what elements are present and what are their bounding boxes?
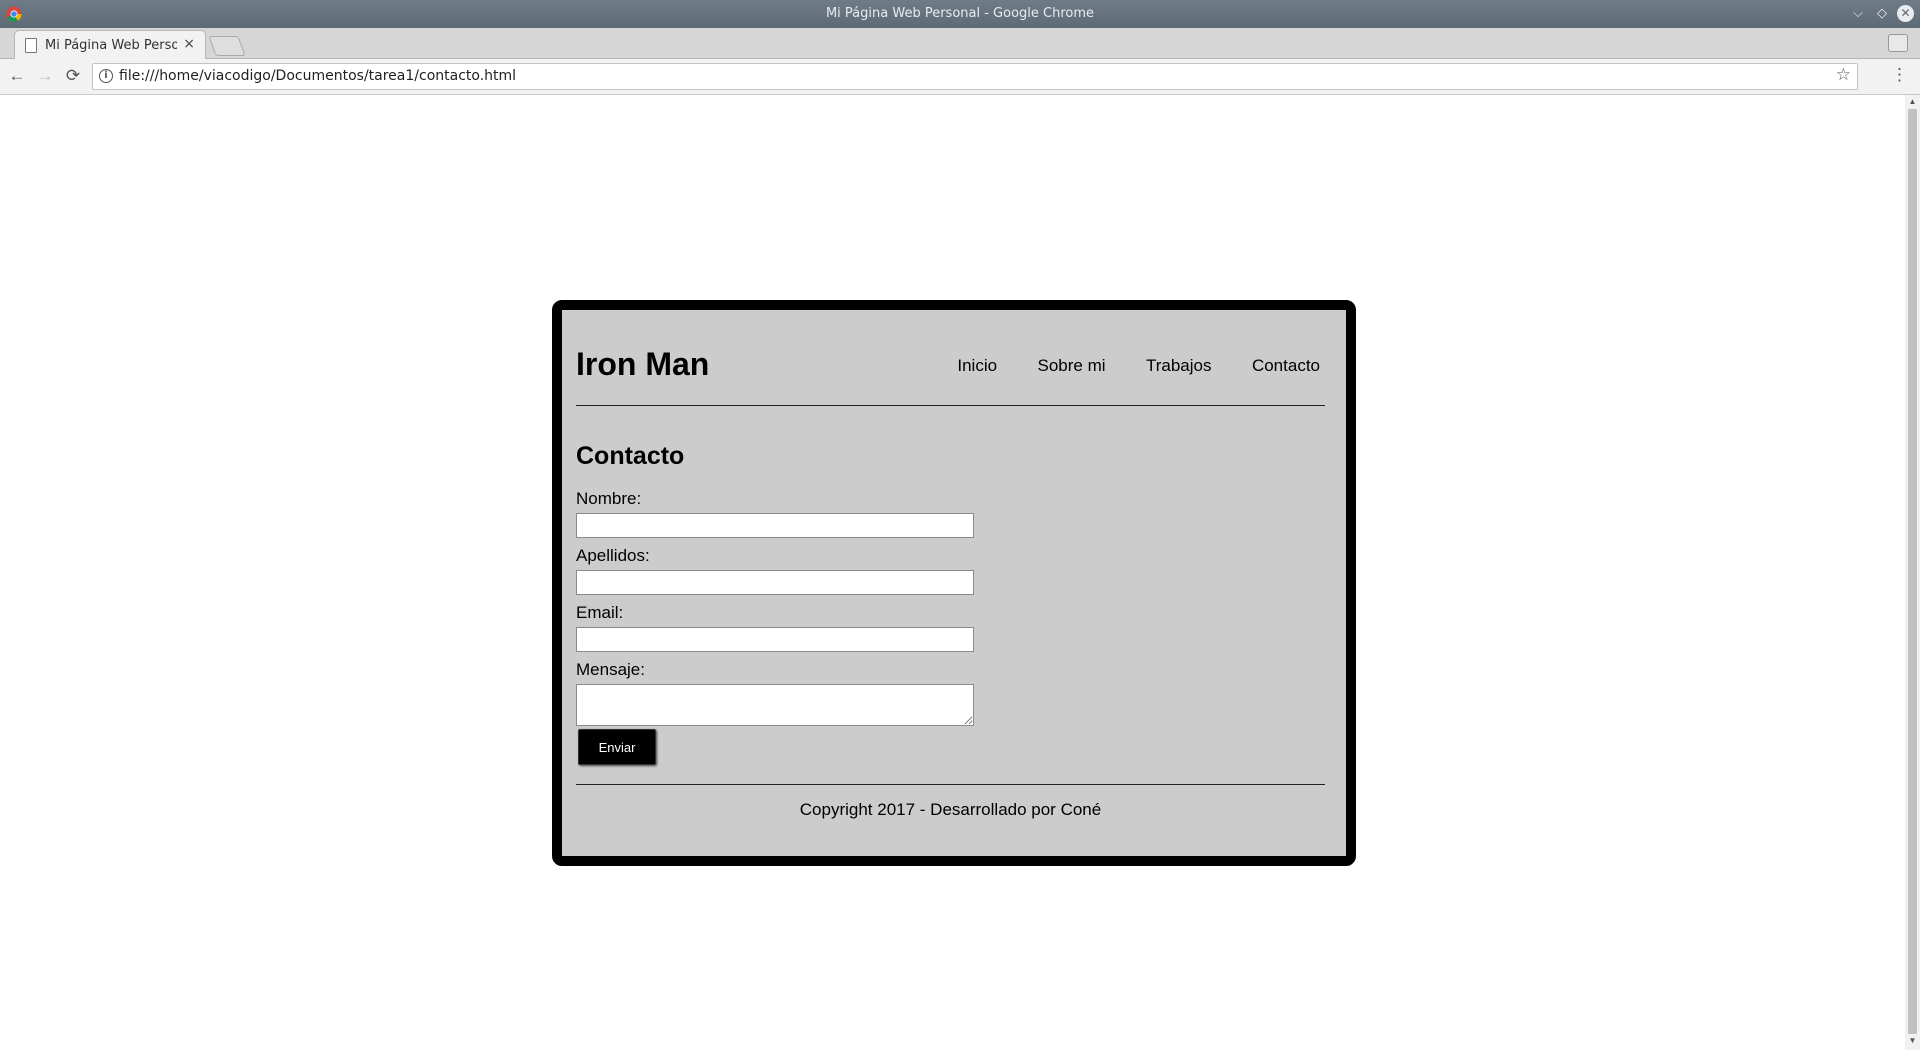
nombre-label: Nombre: [576,489,642,508]
nav-link-inicio[interactable]: Inicio [957,356,997,375]
url-text[interactable]: file:///home/viacodigo/Documentos/tarea1… [119,68,516,84]
window-title-bar: Mi Página Web Personal - Google Chrome ⌵… [0,0,1920,28]
nav-link-sobre-mi[interactable]: Sobre mi [1038,356,1106,375]
tab-active[interactable]: Mi Página Web Personal × [14,30,206,59]
mensaje-textarea[interactable] [576,684,974,726]
main-nav: Inicio Sobre mi Trabajos Contacto [921,356,1320,376]
footer-copyright: Copyright 2017 - Desarrollado por Coné [799,800,1102,819]
page-icon [25,38,37,53]
info-icon[interactable]: i [99,69,113,83]
apellidos-label: Apellidos: [576,546,650,565]
footer-divider [576,784,1325,785]
tab-label: Mi Página Web Personal [45,38,177,53]
section-title: Contacto [576,442,685,470]
nav-link-contacto[interactable]: Contacto [1252,356,1320,375]
vertical-scrollbar[interactable]: ▲ ▼ [1905,95,1920,1050]
new-tab-button[interactable] [208,36,246,56]
address-bar[interactable]: i file:///home/viacodigo/Documentos/tare… [92,63,1858,90]
scroll-thumb[interactable] [1908,109,1917,1034]
restore-icon[interactable]: ◇ [1872,4,1892,24]
back-arrow-icon[interactable]: ← [6,65,28,87]
profile-icon[interactable] [1888,34,1908,52]
menu-dots-icon[interactable]: ⋮ [1891,65,1908,85]
mensaje-label: Mensaje: [576,660,645,679]
forward-arrow-icon[interactable]: → [34,65,56,87]
nombre-input[interactable] [576,513,974,538]
apellidos-input[interactable] [576,570,974,595]
page-container: Iron Man Inicio Sobre mi Trabajos Contac… [552,300,1356,866]
site-title: Iron Man [576,346,710,382]
bookmark-star-icon[interactable]: ☆ [1836,65,1851,85]
scroll-up-icon[interactable]: ▲ [1905,97,1920,109]
window-title: Mi Página Web Personal - Google Chrome [825,6,1095,21]
scroll-down-icon[interactable]: ▼ [1905,1036,1920,1048]
tab-strip: Mi Página Web Personal × [0,28,1920,59]
reload-icon[interactable]: ⟳ [62,65,84,87]
browser-toolbar: ← → ⟳ i file:///home/viacodigo/Documento… [0,59,1920,95]
header-divider [576,405,1325,406]
enviar-button[interactable]: Enviar [578,729,656,765]
tab-close-icon[interactable]: × [183,36,195,52]
nav-link-trabajos[interactable]: Trabajos [1146,356,1212,375]
email-label: Email: [576,603,624,622]
minimize-icon[interactable]: ⌵ [1848,4,1868,24]
close-window-icon[interactable]: ✕ [1897,5,1914,22]
email-input[interactable] [576,627,974,652]
